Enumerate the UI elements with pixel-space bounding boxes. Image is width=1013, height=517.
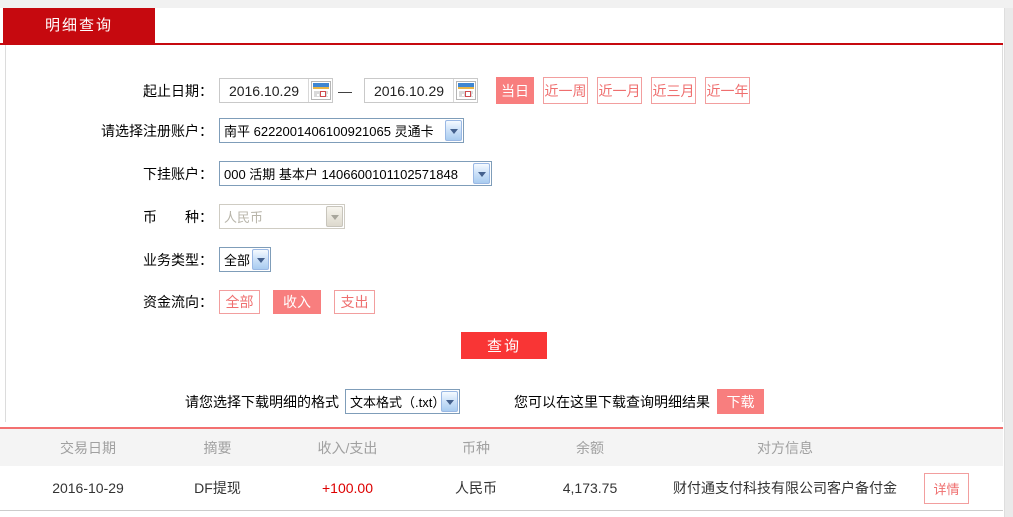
cell-currency: 人民币 xyxy=(455,480,497,496)
fund-flow-label: 资金流向： xyxy=(143,294,213,310)
chevron-down-icon xyxy=(473,163,490,184)
date-to-input[interactable]: 2016.10.29 xyxy=(364,78,478,103)
date-from-calendar-button[interactable] xyxy=(308,79,332,102)
sub-account-label: 下挂账户： xyxy=(143,165,213,182)
business-type-value: 全部 xyxy=(224,253,251,268)
sub-account-select[interactable]: 000 活期 基本户 1406600101102571848 xyxy=(219,161,492,186)
register-account-select[interactable]: 南平 6222001406100921065 灵通卡 xyxy=(219,118,464,143)
sub-account-value: 000 活期 基本户 1406600101102571848 xyxy=(224,167,458,182)
query-form-panel: 起止日期： 2016.10.29 — 2016.10.29 当日 近一周 近一月… xyxy=(5,45,1003,422)
register-account-label: 请选择注册账户： xyxy=(101,122,213,139)
date-to-value: 2016.10.29 xyxy=(373,82,445,99)
right-strip xyxy=(1004,8,1013,517)
business-type-label: 业务类型： xyxy=(143,251,213,268)
date-range-label: 起止日期： xyxy=(143,82,213,99)
download-hint: 您可以在这里下载查询明细结果 xyxy=(514,393,710,410)
query-button[interactable]: 查询 xyxy=(461,332,547,359)
business-type-row: 业务类型： 全部 xyxy=(6,247,1002,272)
cell-balance: 4,173.75 xyxy=(562,480,618,496)
quick-range-year-button[interactable]: 近一年 xyxy=(705,77,750,104)
calendar-icon xyxy=(310,81,331,100)
top-strip xyxy=(0,0,1013,8)
table-header-row: 交易日期 摘要 收入/支出 币种 余额 对方信息 xyxy=(0,429,1003,466)
cell-amount: +100.00 xyxy=(322,480,373,496)
header-counterparty: 对方信息 xyxy=(757,439,813,456)
register-account-row: 请选择注册账户： 南平 6222001406100921065 灵通卡 xyxy=(6,118,1002,143)
date-from-value: 2016.10.29 xyxy=(228,82,300,99)
chevron-down-icon xyxy=(445,120,462,141)
header-summary: 摘要 xyxy=(203,439,232,456)
detail-button[interactable]: 详情 xyxy=(924,472,969,504)
tab-bar: 明细查询 xyxy=(0,8,1013,43)
header-balance: 余额 xyxy=(576,439,604,456)
download-row: 请您选择下载明细的格式 文本格式（.txt） 您可以在这里下载查询明细结果 下载 xyxy=(6,389,1002,414)
download-format-value: 文本格式（.txt） xyxy=(350,395,440,410)
fund-flow-income-button[interactable]: 收入 xyxy=(273,290,321,314)
download-format-label: 请您选择下载明细的格式 xyxy=(185,393,339,410)
business-type-select[interactable]: 全部 xyxy=(219,247,271,272)
currency-value: 人民币 xyxy=(224,210,264,225)
fund-flow-all-button[interactable]: 全部 xyxy=(219,290,260,314)
table-row: 2016-10-29 DF提现 +100.00 人民币 4,173.75 财付通… xyxy=(0,466,1003,511)
chevron-down-icon xyxy=(252,249,269,270)
tab-detail-query[interactable]: 明细查询 xyxy=(3,8,155,43)
fund-flow-row: 资金流向： 全部 收入 支出 xyxy=(6,290,1002,314)
header-currency: 币种 xyxy=(462,439,490,456)
header-trade-date: 交易日期 xyxy=(60,439,116,456)
currency-label: 币 种： xyxy=(143,208,213,225)
sub-account-row: 下挂账户： 000 活期 基本户 1406600101102571848 xyxy=(6,161,1002,186)
calendar-icon xyxy=(455,81,476,100)
date-range-row: 起止日期： 2016.10.29 — 2016.10.29 当日 近一周 近一月… xyxy=(6,77,1002,104)
results-table: 交易日期 摘要 收入/支出 币种 余额 对方信息 2016-10-29 DF提现… xyxy=(0,427,1003,511)
date-to-calendar-button[interactable] xyxy=(453,79,477,102)
download-button[interactable]: 下载 xyxy=(717,389,764,414)
quick-range-week-button[interactable]: 近一周 xyxy=(543,77,588,104)
cell-summary: DF提现 xyxy=(194,480,241,496)
cell-trade-date: 2016-10-29 xyxy=(52,480,124,496)
query-button-row: 查询 xyxy=(6,332,1002,359)
download-format-select[interactable]: 文本格式（.txt） xyxy=(345,389,460,414)
date-range-separator: — xyxy=(338,82,352,99)
chevron-down-icon xyxy=(441,391,458,412)
quick-range-quarter-button[interactable]: 近三月 xyxy=(651,77,696,104)
chevron-down-icon xyxy=(326,206,343,227)
cell-counterparty: 财付通支付科技有限公司客户备付金 xyxy=(673,480,897,496)
header-amount: 收入/支出 xyxy=(317,439,378,456)
register-account-value: 南平 6222001406100921065 灵通卡 xyxy=(224,124,434,139)
date-from-input[interactable]: 2016.10.29 xyxy=(219,78,333,103)
quick-range-month-button[interactable]: 近一月 xyxy=(597,77,642,104)
currency-row: 币 种： 人民币 xyxy=(6,204,1002,229)
fund-flow-expense-button[interactable]: 支出 xyxy=(334,290,375,314)
currency-select: 人民币 xyxy=(219,204,345,229)
quick-range-today-button[interactable]: 当日 xyxy=(496,77,534,104)
